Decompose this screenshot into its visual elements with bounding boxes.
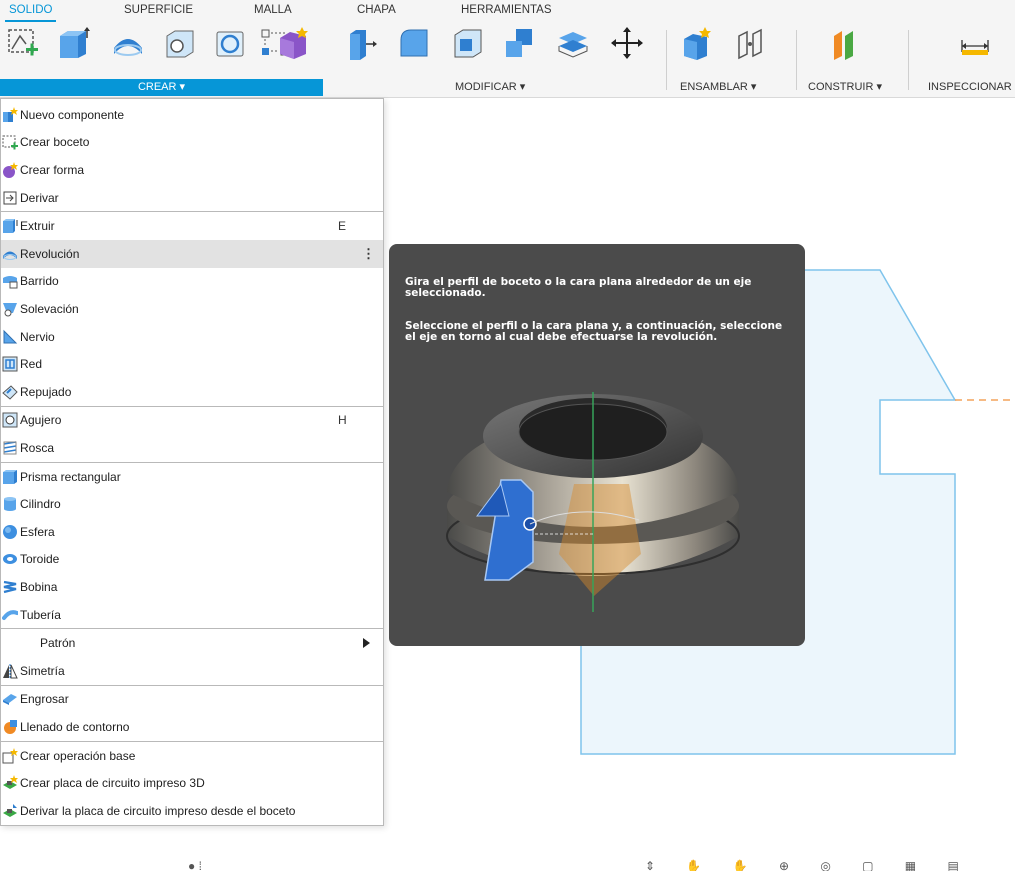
pipe-icon (2, 607, 18, 623)
derive-pcb-icon (2, 803, 18, 819)
menu-item-torus[interactable]: Toroide (1, 546, 383, 574)
combine-icon[interactable] (502, 26, 536, 60)
tab-malla[interactable]: MALLA (254, 4, 292, 22)
pcb-icon (2, 775, 18, 791)
create-sketch-icon[interactable] (6, 26, 40, 60)
group-divider (908, 30, 909, 90)
menu-item-box[interactable]: Prisma rectangular (1, 463, 383, 491)
extrude-icon[interactable] (56, 26, 90, 60)
group-divider (666, 30, 667, 90)
thicken-icon (2, 691, 18, 707)
menu-item-cylinder[interactable]: Cilindro (1, 490, 383, 518)
menu-item-hole[interactable]: Agujero H (1, 407, 383, 435)
fillet-icon[interactable] (397, 26, 431, 60)
tab-solido[interactable]: SOLIDO (5, 4, 57, 22)
menu-item-thread[interactable]: Rosca (1, 434, 383, 462)
rib-icon (2, 329, 18, 345)
measure-icon[interactable] (958, 26, 992, 60)
tab-superficie[interactable]: SUPERFICIE (124, 4, 193, 22)
menu-item-rib[interactable]: Nervio (1, 323, 383, 351)
mirror-icon (2, 663, 18, 679)
torus-icon (2, 551, 18, 567)
new-component-icon (2, 106, 18, 123)
menu-item-thicken[interactable]: Engrosar (1, 686, 383, 714)
create-sketch-icon (2, 134, 18, 150)
menu-item-derive[interactable]: Derivar (1, 184, 383, 212)
create-form-icon[interactable] (276, 26, 310, 60)
extrude-icon (2, 218, 18, 234)
menu-item-web[interactable]: Red (1, 350, 383, 378)
revolve-icon[interactable] (111, 26, 145, 60)
tab-herramientas[interactable]: HERRAMIENTAS (461, 4, 552, 22)
tab-chapa[interactable]: CHAPA (357, 4, 396, 22)
tooltip-description: Gira el perfil de boceto o la cara plana… (405, 276, 752, 299)
menu-item-pipe[interactable]: Tubería (1, 601, 383, 629)
box-icon (2, 469, 18, 485)
menu-item-base-feature[interactable]: Crear operación base (1, 742, 383, 770)
group-divider (796, 30, 797, 90)
revolve-tooltip: Gira el perfil de boceto o la cara plana… (389, 244, 805, 646)
base-feature-icon (2, 747, 18, 764)
create-group-button[interactable]: CREAR ▾ (0, 79, 323, 96)
boundary-fill-icon (2, 719, 18, 735)
create-form-icon (2, 161, 18, 178)
menu-item-pcb-3d[interactable]: Crear placa de circuito impreso 3D (1, 769, 383, 797)
construct-group-button[interactable]: CONSTRUIR ▾ (808, 79, 882, 96)
offset-plane-icon[interactable] (829, 26, 863, 60)
menu-item-create-sketch[interactable]: Crear boceto (1, 129, 383, 157)
shell-icon[interactable] (451, 26, 485, 60)
revolve-illustration (446, 392, 740, 612)
sphere-icon (2, 524, 18, 540)
hole-icon[interactable] (162, 26, 196, 60)
menu-item-create-form[interactable]: Crear forma (1, 156, 383, 184)
thread-icon (2, 440, 18, 456)
menu-item-derive-pcb[interactable]: Derivar la placa de circuito impreso des… (1, 797, 383, 825)
menu-item-sphere[interactable]: Esfera (1, 518, 383, 546)
more-options-icon[interactable]: ⋮ (362, 246, 375, 262)
menu-item-coil[interactable]: Bobina (1, 573, 383, 601)
menu-item-boundary-fill[interactable]: Llenado de contorno (1, 713, 383, 741)
hole-cylinder-icon[interactable] (213, 26, 247, 60)
coil-icon (2, 579, 18, 595)
derive-icon (2, 190, 18, 206)
menu-item-sweep[interactable]: Barrido (1, 268, 383, 296)
menu-item-extrude[interactable]: Extruir E (1, 212, 383, 240)
menu-item-emboss[interactable]: Repujado (1, 378, 383, 406)
revolve-icon (2, 246, 18, 262)
offset-face-icon[interactable] (556, 26, 590, 60)
menu-item-revolve[interactable]: Revolución ⋮ (1, 240, 383, 268)
cylinder-icon (2, 496, 18, 512)
navigation-bar[interactable]: ⇕ ✋ ✋ ⊕ ◎ ▢ ▦ ▤ (645, 859, 973, 871)
press-pull-icon[interactable] (344, 26, 378, 60)
workspace-tabs: SOLIDO SUPERFICIE MALLA CHAPA HERRAMIENT… (0, 0, 1015, 22)
joint-icon[interactable] (735, 26, 769, 60)
submenu-arrow-icon (363, 638, 370, 649)
timeline-icon[interactable]: ● ⁞ (188, 859, 202, 871)
fusion-window: SOLIDO SUPERFICIE MALLA CHAPA HERRAMIENT… (0, 0, 1015, 871)
menu-item-pattern[interactable]: Patrón (1, 629, 383, 657)
tooltip-instructions: Seleccione el perfil o la cara plana y, … (405, 320, 783, 343)
ribbon-toolbar: CREAR ▾ MODIFICAR ▾ ENSAMBLAR ▾ CONSTRUI… (0, 22, 1015, 98)
assemble-group-button[interactable]: ENSAMBLAR ▾ (680, 79, 756, 96)
emboss-icon (2, 384, 18, 400)
menu-item-new-component[interactable]: Nuevo componente (1, 101, 383, 129)
menu-item-mirror[interactable]: Simetría (1, 657, 383, 685)
create-dropdown-menu: Nuevo componente Crear boceto Crear form… (0, 98, 384, 826)
new-component-icon[interactable] (681, 26, 715, 60)
loft-icon (2, 301, 18, 317)
move-icon[interactable] (610, 26, 644, 60)
sweep-icon (2, 273, 18, 289)
menu-item-loft[interactable]: Solevación (1, 295, 383, 323)
hole-icon (2, 412, 18, 428)
web-icon (2, 356, 18, 372)
modify-group-button[interactable]: MODIFICAR ▾ (455, 79, 525, 96)
inspect-group-button[interactable]: INSPECCIONAR (928, 79, 1012, 96)
